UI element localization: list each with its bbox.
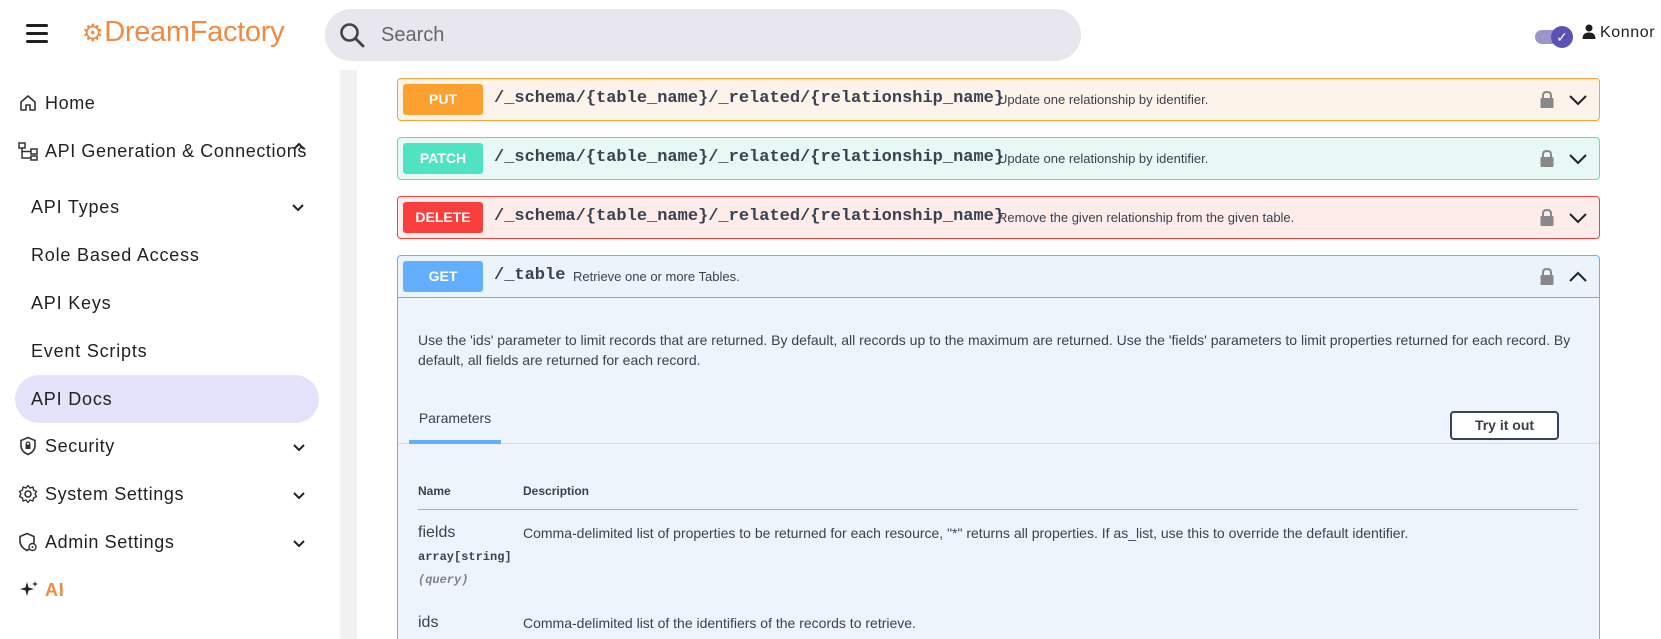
operation-get-table[interactable]: GET /_table Retrieve one or more Tables. (397, 255, 1600, 298)
person-icon (1582, 24, 1596, 39)
column-name-header: Name (418, 484, 451, 498)
sidebar-item-label: API Generation & Connections (45, 141, 307, 161)
top-bar: ⚙DreamFactory ✓ Konnor (0, 0, 1661, 70)
chevron-down-icon (293, 540, 305, 548)
param-name: ids (418, 614, 439, 631)
lock-icon[interactable] (1539, 90, 1555, 110)
operation-path: /_table (494, 266, 566, 285)
gear-logo-icon: ⚙ (82, 20, 104, 47)
sidebar-item-api-generation[interactable]: API Generation & Connections (15, 128, 320, 174)
sidebar-item-role-based-access[interactable]: Role Based Access (15, 231, 319, 279)
hierarchy-icon (18, 142, 38, 161)
param-location: (query) (418, 573, 469, 587)
chevron-down-icon (293, 492, 305, 500)
sidebar-item-label: API Docs (31, 389, 113, 409)
sidebar-item-label: AI (45, 580, 65, 600)
sidebar-item-admin-settings[interactable]: Admin Settings (15, 519, 320, 565)
dreamfactory-logo[interactable]: ⚙DreamFactory (82, 16, 285, 49)
sidebar-item-label: Role Based Access (31, 245, 200, 265)
chevron-down-icon[interactable] (1569, 152, 1587, 166)
lock-icon[interactable] (1539, 208, 1555, 228)
method-badge: PATCH (403, 143, 483, 174)
chevron-down-icon (293, 444, 305, 452)
sidebar: Home API Generation & Connections API Ty… (0, 70, 340, 639)
chevron-up-icon[interactable] (1569, 270, 1587, 284)
gear-icon (18, 484, 38, 504)
operation-summary: Update one relationship by identifier. (998, 151, 1209, 166)
search-bar (325, 9, 1081, 61)
chevron-up-icon (293, 142, 305, 150)
menu-icon[interactable] (26, 24, 50, 44)
operation-summary: Update one relationship by identifier. (998, 92, 1209, 107)
app-root: ⚙DreamFactory ✓ Konnor Home (0, 0, 1661, 639)
search-input[interactable] (381, 9, 1061, 61)
sidebar-item-api-types[interactable]: API Types (15, 183, 319, 231)
check-icon: ✓ (1551, 26, 1573, 48)
sparkle-icon (20, 581, 38, 596)
param-description: Comma-delimited list of properties to be… (523, 525, 1409, 541)
try-it-out-button[interactable]: Try it out (1450, 411, 1559, 440)
sidebar-item-api-docs[interactable]: API Docs (15, 375, 319, 423)
chevron-down-icon[interactable] (1569, 93, 1587, 107)
lock-icon[interactable] (1539, 267, 1555, 287)
operation-path: /_schema/{table_name}/_related/{relation… (494, 89, 1005, 108)
sidebar-item-security[interactable]: Security (15, 423, 320, 469)
operation-path: /_schema/{table_name}/_related/{relation… (494, 148, 1005, 167)
sidebar-item-label: Event Scripts (31, 341, 148, 361)
lock-icon[interactable] (1539, 149, 1555, 169)
sidebar-item-label: System Settings (45, 484, 185, 504)
chevron-down-icon[interactable] (1569, 211, 1587, 225)
sidebar-item-label: Admin Settings (45, 532, 175, 552)
sidebar-item-label: Security (45, 436, 115, 456)
user-name: Konnor (1600, 24, 1656, 41)
admin-shield-icon (19, 532, 37, 552)
theme-toggle[interactable]: ✓ (1535, 26, 1573, 48)
operation-description: Use the 'ids' parameter to limit records… (418, 332, 1571, 368)
details-tabs: Parameters (398, 408, 1599, 444)
operation-delete-relationship[interactable]: DELETE /_schema/{table_name}/_related/{r… (397, 196, 1600, 239)
sidebar-item-api-keys[interactable]: API Keys (15, 279, 319, 327)
sidebar-item-label: Home (45, 93, 96, 113)
sidebar-item-label: API Keys (31, 293, 112, 313)
search-icon (340, 23, 365, 48)
method-badge: DELETE (403, 202, 483, 233)
sidebar-item-label: API Types (31, 197, 120, 217)
param-description: Comma-delimited list of the identifiers … (523, 615, 916, 631)
shield-icon (20, 436, 36, 456)
sidebar-item-home[interactable]: Home (15, 80, 320, 126)
content-gutter (340, 70, 357, 639)
operation-put-relationship[interactable]: PUT /_schema/{table_name}/_related/{rela… (397, 78, 1600, 121)
chevron-down-icon (292, 204, 304, 212)
parameters-table-header: Name Description (418, 484, 1578, 510)
operation-patch-relationship[interactable]: PATCH /_schema/{table_name}/_related/{re… (397, 137, 1600, 180)
method-badge: GET (403, 261, 483, 292)
operation-summary: Remove the given relationship from the g… (998, 210, 1295, 225)
api-docs-panel: PUT /_schema/{table_name}/_related/{rela… (357, 70, 1641, 639)
operation-summary: Retrieve one or more Tables. (573, 269, 740, 284)
column-description-header: Description (523, 484, 590, 498)
sidebar-item-event-scripts[interactable]: Event Scripts (15, 327, 319, 375)
user-menu[interactable]: Konnor (1582, 24, 1655, 42)
param-type: array[string] (418, 550, 512, 564)
sidebar-item-system-settings[interactable]: System Settings (15, 471, 320, 517)
param-name: fields (418, 524, 456, 541)
operation-details: Use the 'ids' parameter to limit records… (397, 298, 1600, 639)
method-badge: PUT (403, 84, 483, 115)
tab-parameters[interactable]: Parameters (409, 408, 501, 444)
home-icon (20, 95, 36, 111)
operation-path: /_schema/{table_name}/_related/{relation… (494, 207, 1005, 226)
